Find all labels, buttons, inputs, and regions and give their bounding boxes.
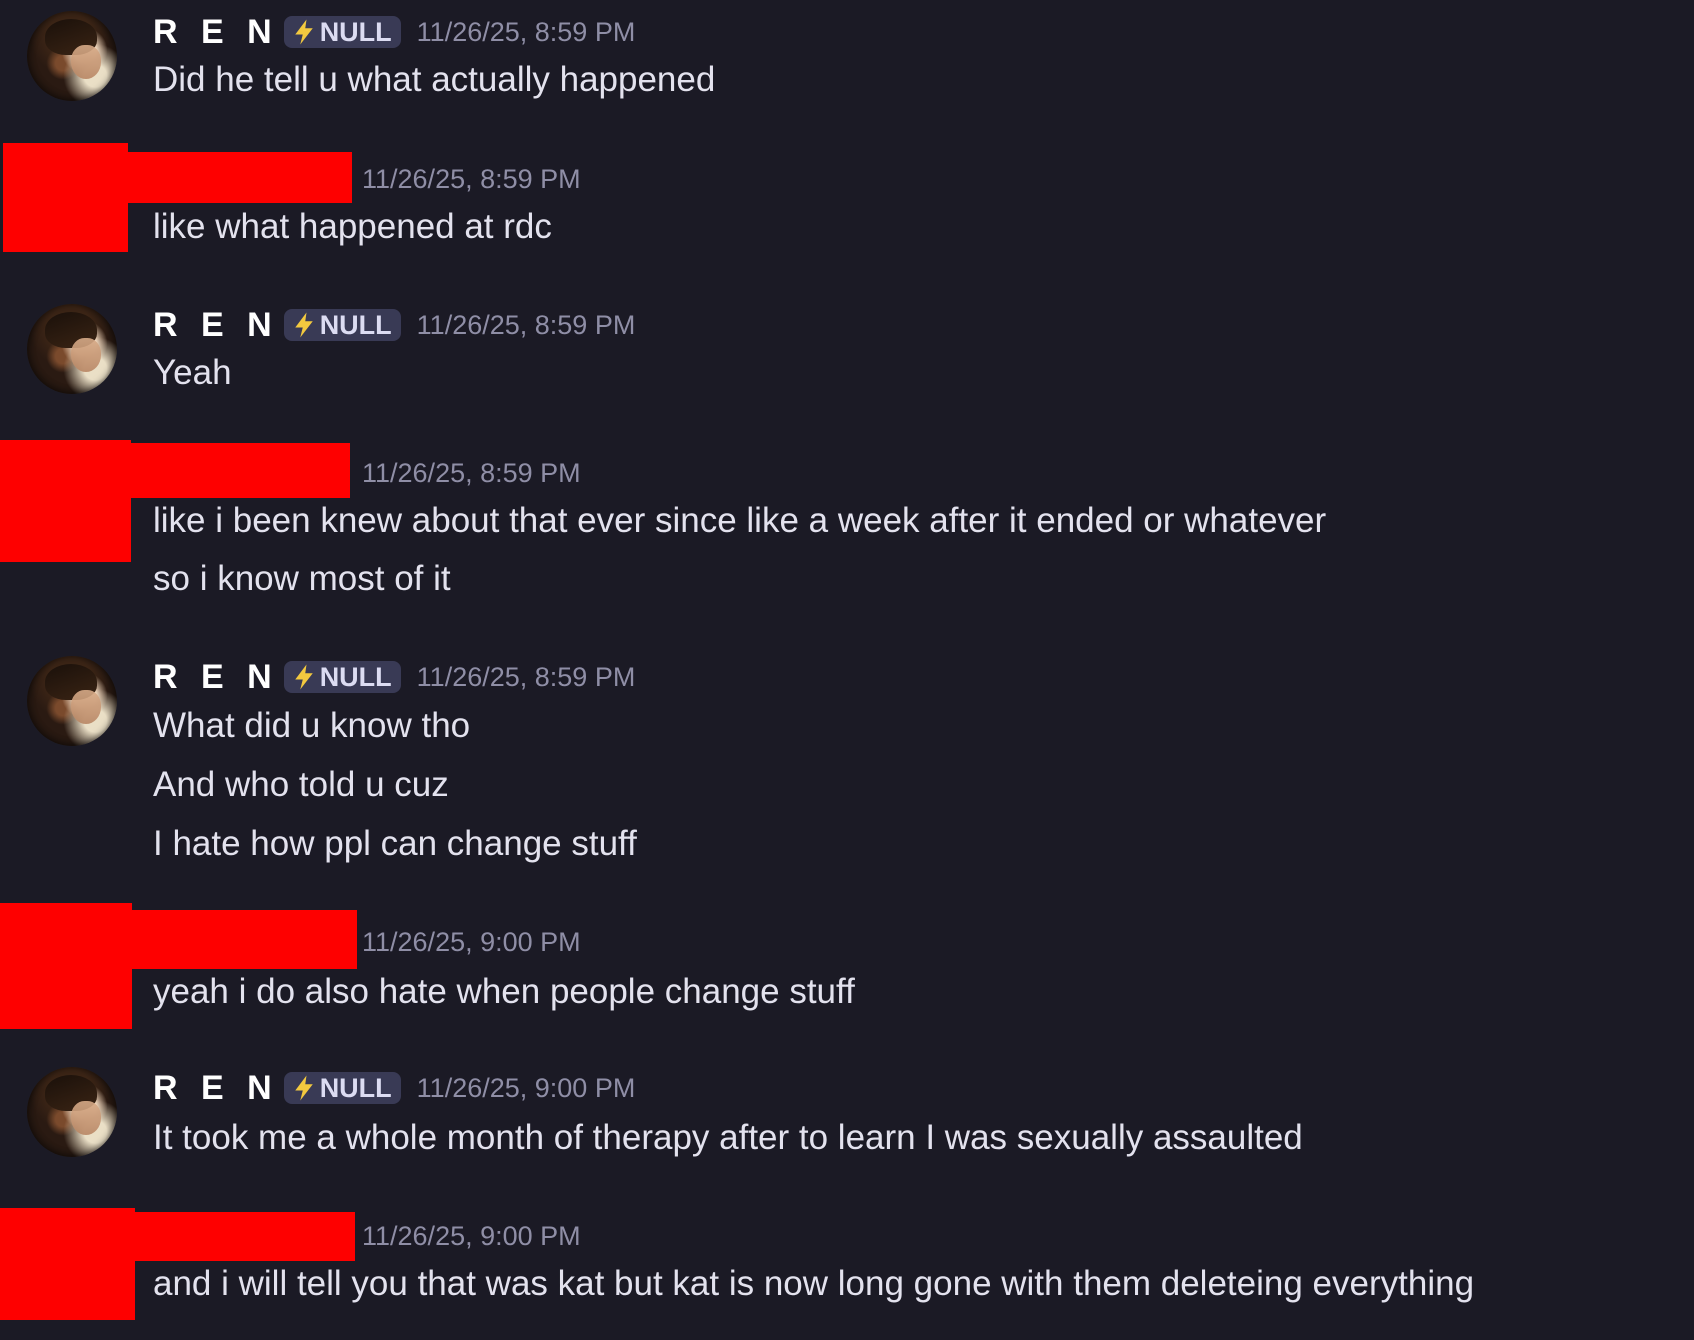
lightning-bolt-icon [294,312,313,338]
user-avatar[interactable] [27,656,117,746]
message-text: like what happened at rdc [153,207,552,246]
message-header: R E N NULL 11/26/25, 9:00 PM [153,1068,635,1108]
tag-label: NULL [319,309,392,340]
message-text: and i will tell you that was kat but kat… [153,1264,1475,1303]
redacted-username [125,1212,355,1261]
chat-log: R E N NULL 11/26/25, 8:59 PM Did he tell… [0,0,1694,1340]
timestamp[interactable]: 11/26/25, 8:59 PM [362,458,581,489]
username[interactable]: R E N [153,306,279,345]
redacted-username [125,443,350,498]
user-avatar[interactable] [27,304,117,394]
timestamp[interactable]: 11/26/25, 8:59 PM [417,662,636,693]
message-text: so i know most of it [153,559,451,598]
username[interactable]: R E N [153,1069,279,1108]
username[interactable]: R E N [153,13,279,52]
timestamp[interactable]: 11/26/25, 8:59 PM [417,310,636,341]
user-tag[interactable]: NULL [283,1072,401,1104]
tag-label: NULL [319,661,392,692]
message-text: It took me a whole month of therapy afte… [153,1118,1303,1157]
lightning-bolt-icon [294,664,313,690]
username[interactable]: R E N [153,658,279,697]
lightning-bolt-icon [294,1075,313,1101]
message-text: What did u know tho [153,706,471,745]
message-text: like i been knew about that ever since l… [153,501,1327,540]
tag-label: NULL [319,1072,392,1103]
redacted-avatar [0,440,131,562]
message-header: R E N NULL 11/26/25, 8:59 PM [153,12,635,52]
redacted-avatar [3,143,128,252]
lightning-bolt-icon [294,19,313,45]
timestamp[interactable]: 11/26/25, 8:59 PM [362,164,581,195]
redacted-avatar [0,1208,135,1320]
redacted-username [125,910,357,969]
message-header: R E N NULL 11/26/25, 8:59 PM [153,657,635,697]
redacted-avatar [0,903,132,1029]
timestamp[interactable]: 11/26/25, 9:00 PM [362,1221,581,1252]
tag-label: NULL [319,16,392,47]
user-tag[interactable]: NULL [283,16,401,48]
message-text: Yeah [153,353,232,392]
redacted-username [125,152,352,203]
message-header: R E N NULL 11/26/25, 8:59 PM [153,305,635,345]
timestamp[interactable]: 11/26/25, 8:59 PM [417,17,636,48]
user-tag[interactable]: NULL [283,661,401,693]
message-text: And who told u cuz [153,765,449,804]
user-avatar[interactable] [27,1067,117,1157]
user-tag[interactable]: NULL [283,309,401,341]
timestamp[interactable]: 11/26/25, 9:00 PM [417,1073,636,1104]
message-text: yeah i do also hate when people change s… [153,972,855,1011]
message-text: I hate how ppl can change stuff [153,824,637,863]
message-text: Did he tell u what actually happened [153,60,716,99]
timestamp[interactable]: 11/26/25, 9:00 PM [362,927,581,958]
user-avatar[interactable] [27,11,117,101]
